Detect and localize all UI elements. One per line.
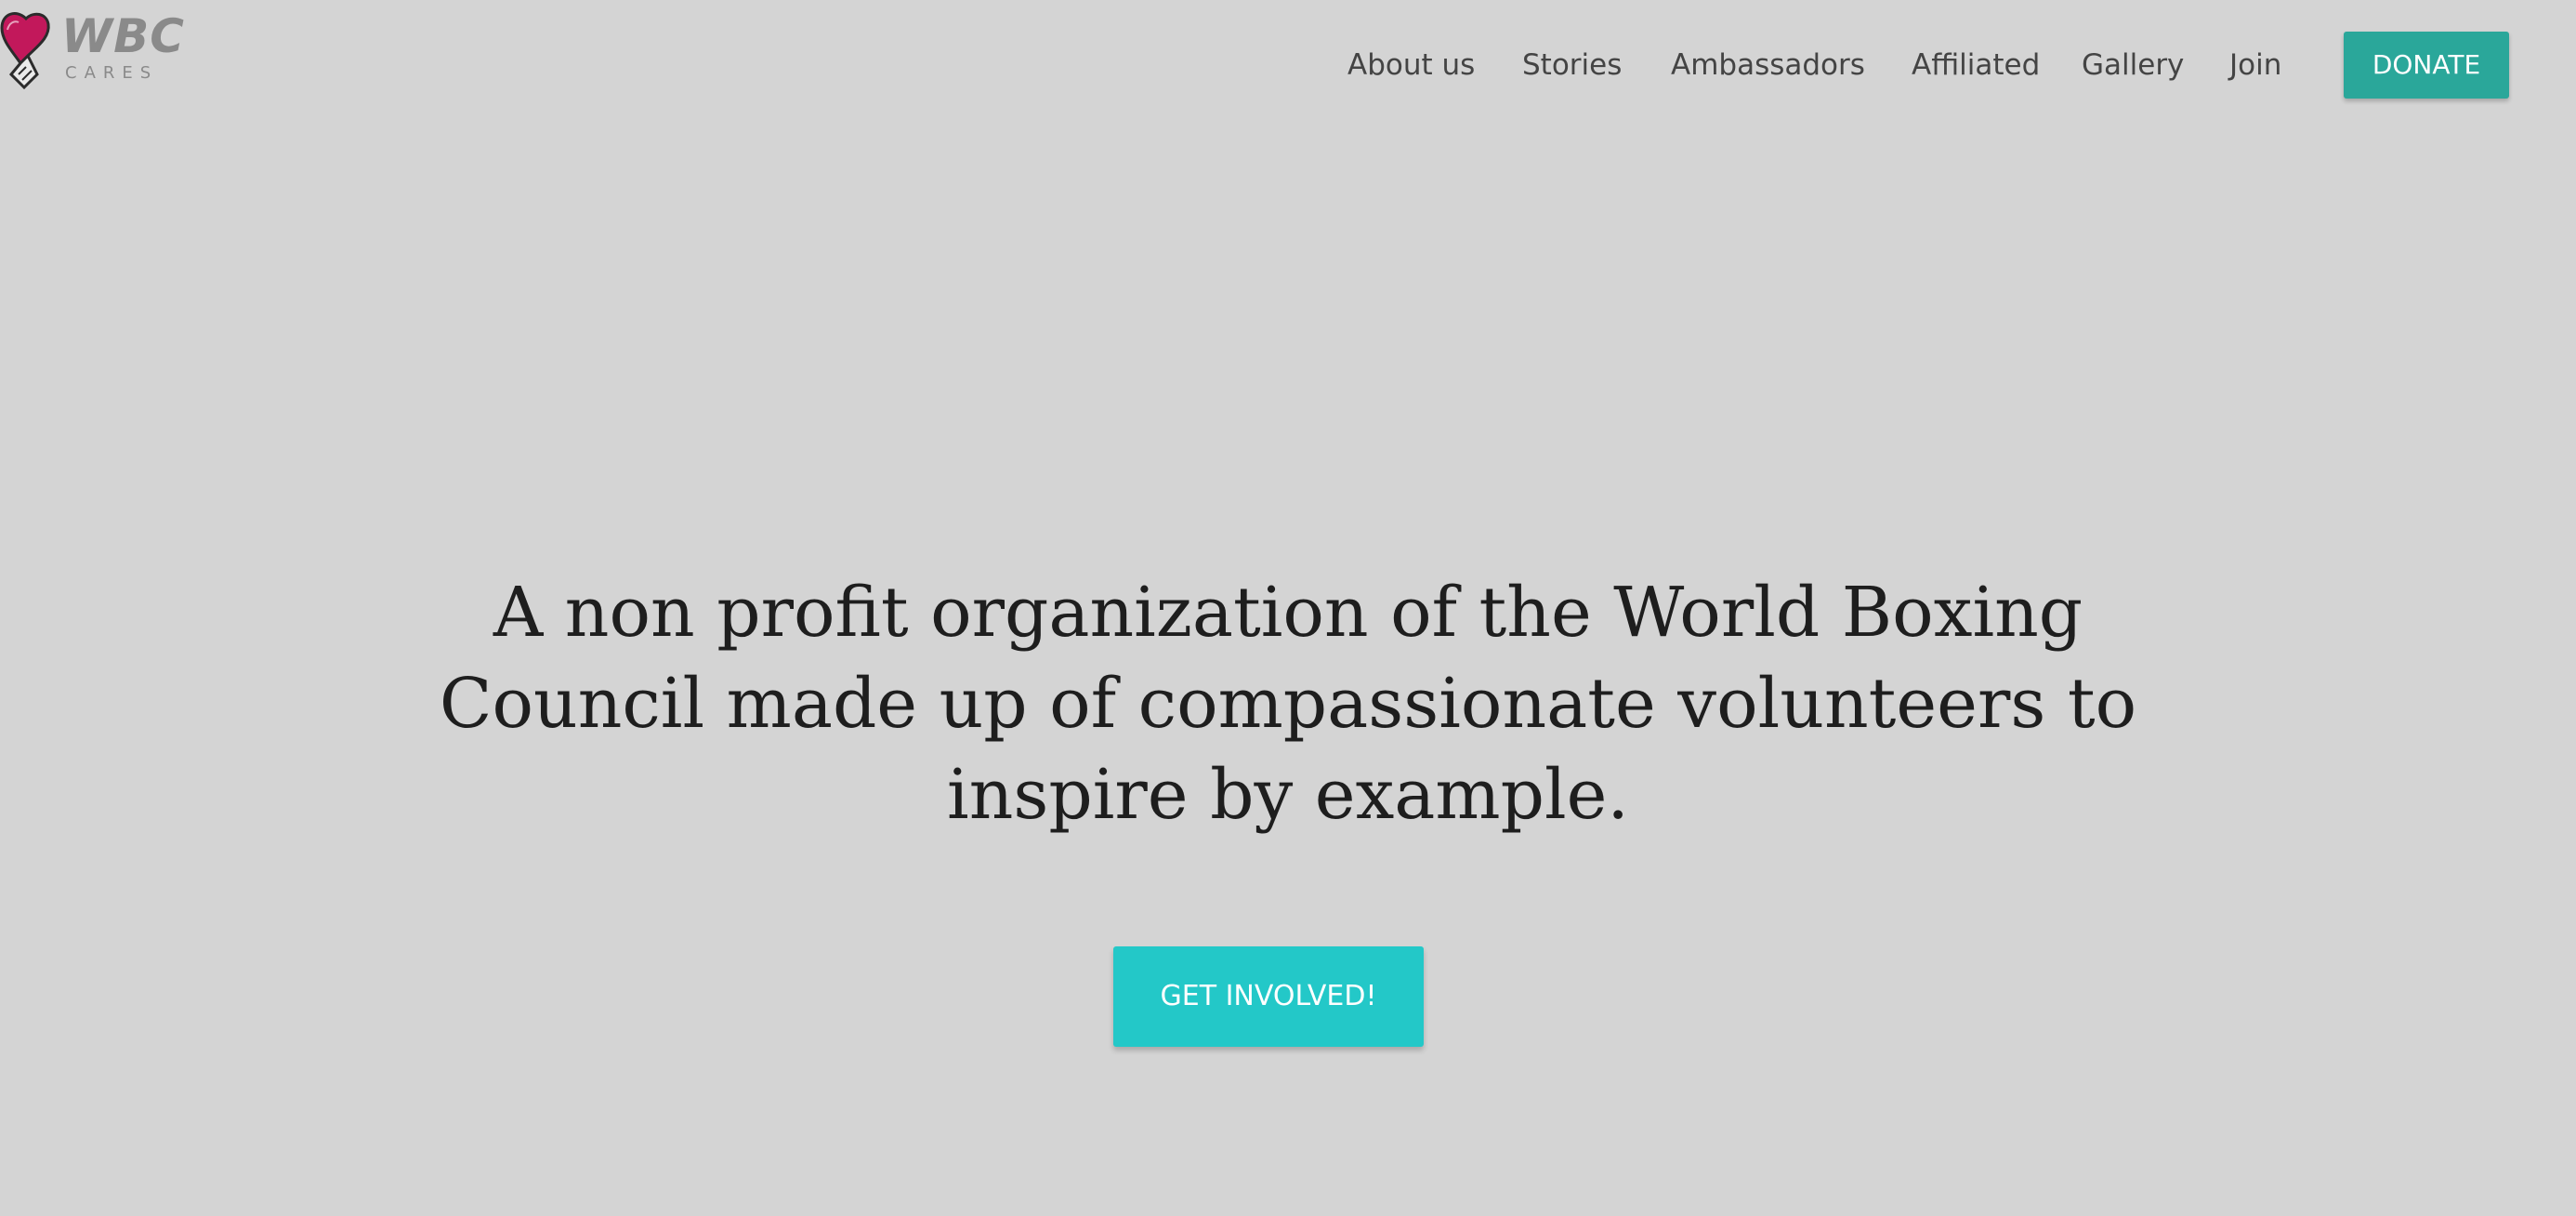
- get-involved-button[interactable]: GET INVOLVED!: [1113, 946, 1424, 1047]
- nav-item-stories[interactable]: Stories: [1522, 45, 1622, 86]
- wbc-cares-logo[interactable]: WBC CARES: [0, 7, 184, 91]
- nav-item-affiliated[interactable]: Affiliated: [1912, 45, 2040, 86]
- nav-item-ambassadors[interactable]: Ambassadors: [1671, 45, 1865, 86]
- nav-item-about-us[interactable]: About us: [1347, 45, 1475, 86]
- donate-button[interactable]: DONATE: [2344, 32, 2509, 99]
- site-header: WBC CARES About us Stories Ambassadors A…: [0, 0, 2576, 130]
- nav-item-join[interactable]: Join: [2229, 45, 2281, 86]
- boxing-glove-heart-icon: [0, 12, 50, 89]
- hero-headline: A non profit organization of the World B…: [439, 573, 2137, 835]
- logo-tagline: CARES: [65, 63, 159, 83]
- logo-wordmark: WBC: [61, 9, 185, 63]
- nav-item-gallery[interactable]: Gallery: [2082, 45, 2184, 86]
